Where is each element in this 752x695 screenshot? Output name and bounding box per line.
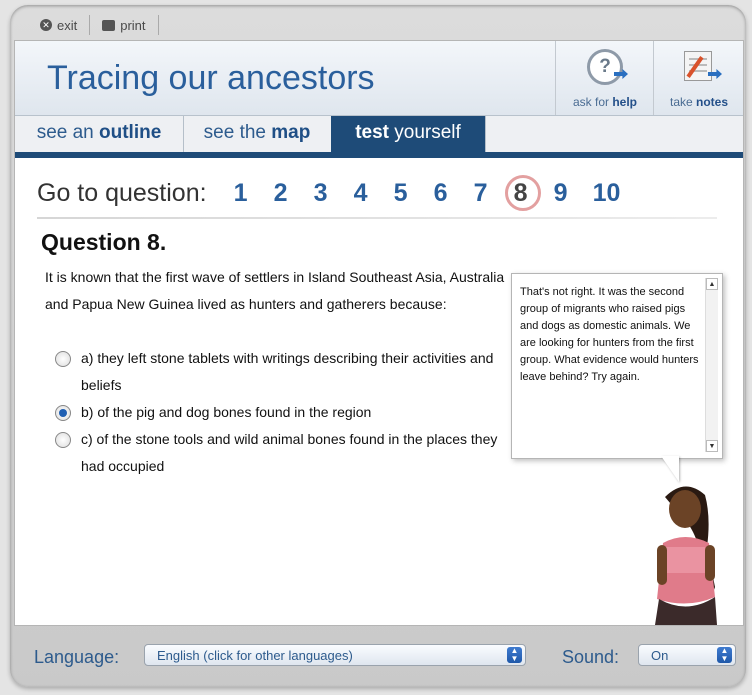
take-notes-button[interactable]: take notes (653, 41, 744, 115)
answer-option-a[interactable]: a) they left stone tablets with writings… (55, 345, 515, 399)
option-c-text: c) of the stone tools and wild animal bo… (81, 431, 498, 474)
question-link-10[interactable]: 10 (581, 179, 633, 208)
divider (157, 15, 159, 35)
language-select[interactable]: English (click for other languages) ▲ ▼ (144, 644, 526, 666)
question-prompt: It is known that the first wave of settl… (45, 269, 505, 312)
header: Tracing our ancestors ? ask for help tak… (15, 41, 743, 116)
main-panel: Tracing our ancestors ? ask for help tak… (14, 40, 744, 626)
question-link-9[interactable]: 9 (541, 179, 581, 208)
goto-label: Go to question: (37, 178, 207, 207)
answer-option-c[interactable]: c) of the stone tools and wild animal bo… (55, 426, 515, 480)
help-prefix: ask for (572, 95, 613, 109)
feedback-text: That's not right. It was the second grou… (520, 286, 699, 383)
tab-test-bold: test (355, 122, 389, 143)
help-bold: help (612, 95, 638, 109)
tab-test-yourself[interactable]: test yourself (331, 116, 486, 152)
question-link-6[interactable]: 6 (421, 179, 461, 208)
exit-label: exit (57, 17, 78, 33)
character-girl-image (655, 486, 717, 625)
ask-for-help-button[interactable]: ? ask for help (555, 41, 654, 115)
divider (37, 217, 717, 219)
tab-test-suffix: yourself (388, 122, 461, 143)
question-link-5[interactable]: 5 (381, 179, 421, 208)
dropdown-arrow-icon: ▲ ▼ (717, 647, 732, 663)
utility-bar: ✕ exit print (34, 14, 159, 36)
option-b-text: b) of the pig and dog bones found in the… (81, 404, 372, 420)
tab-map[interactable]: see the map (183, 116, 332, 152)
question-navigator: Go to question: 1 2 3 4 5 6 7 8 9 10 (37, 173, 633, 213)
feedback-bubble: That's not right. It was the second grou… (511, 273, 723, 459)
notes-prefix: take (669, 95, 696, 109)
sound-value: On (651, 648, 669, 663)
tab-map-prefix: see the (203, 122, 272, 143)
print-button[interactable]: print (96, 18, 151, 33)
help-icon: ? (587, 49, 623, 85)
sound-label: Sound: (562, 647, 620, 667)
tab-outline[interactable]: see an outline (15, 116, 184, 152)
tab-outline-prefix: see an (36, 122, 100, 143)
question-title: Question 8. (41, 229, 167, 255)
tab-bar: see an outline see the map test yourself (15, 116, 743, 158)
question-link-1[interactable]: 1 (221, 179, 261, 208)
close-icon: ✕ (40, 19, 52, 31)
feedback-scrollbar[interactable]: ▲ ▼ (705, 278, 718, 452)
option-a-text: a) they left stone tablets with writings… (81, 350, 494, 393)
radio-a[interactable] (55, 351, 71, 367)
tab-map-bold: map (271, 122, 311, 143)
question-link-2[interactable]: 2 (261, 179, 301, 208)
question-link-3[interactable]: 3 (301, 179, 341, 208)
notepad-icon (684, 51, 712, 81)
language-value: English (click for other languages) (157, 648, 353, 663)
question-link-4[interactable]: 4 (341, 179, 381, 208)
exit-button[interactable]: ✕ exit (34, 18, 83, 33)
radio-b-selected[interactable] (55, 405, 71, 421)
footer-bar: Language: English (click for other langu… (14, 635, 742, 679)
sound-select[interactable]: On ▲ ▼ (638, 644, 736, 666)
scroll-down-icon[interactable]: ▼ (706, 440, 718, 452)
question-link-8-current[interactable]: 8 (501, 174, 541, 211)
answer-option-b[interactable]: b) of the pig and dog bones found in the… (55, 399, 515, 426)
page-title: Tracing our ancestors (47, 59, 375, 97)
printer-icon (102, 19, 116, 31)
scroll-up-icon[interactable]: ▲ (706, 278, 718, 290)
dropdown-arrow-icon: ▲ ▼ (507, 647, 522, 663)
print-label: print (120, 17, 146, 33)
question-link-7[interactable]: 7 (461, 179, 501, 208)
tab-outline-bold: outline (99, 122, 162, 143)
radio-c[interactable] (55, 432, 71, 448)
divider (89, 15, 91, 35)
language-label: Language: (34, 647, 120, 667)
notes-bold: notes (696, 95, 729, 109)
